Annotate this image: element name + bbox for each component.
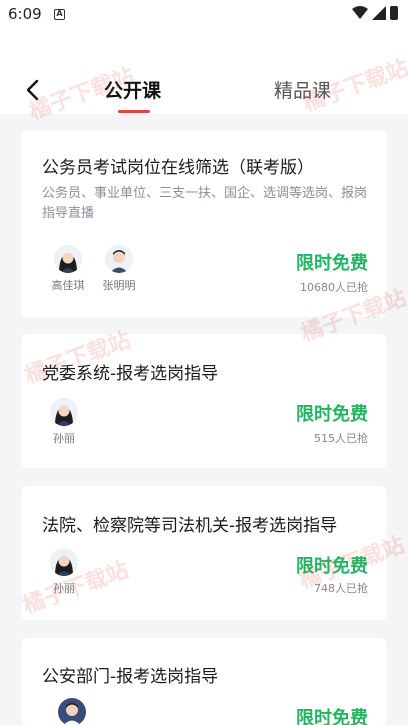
teacher-avatar [54,245,82,273]
tab-premium-course[interactable]: 精品课 [274,76,331,103]
course-title: 法院、检察院等司法机关-报考选岗指导 [42,516,338,536]
enrollment-count: 515人已抢 [314,432,368,445]
active-tab-indicator [118,110,150,113]
course-title: 公务员考试岗位在线筛选（联考版） [42,158,314,178]
teacher: 高佳琪 [48,245,88,293]
teacher: 孙丽 [44,548,84,596]
status-time: 6:09 [8,5,42,23]
course-card[interactable]: 公安部门-报考选岗指导 限时免费 [22,638,386,725]
teacher-name: 孙丽 [53,582,75,595]
tab-public-course[interactable]: 公开课 [104,76,161,103]
battery-icon [390,6,398,20]
course-title: 公安部门-报考选岗指导 [42,667,219,687]
course-card[interactable]: 法院、检察院等司法机关-报考选岗指导 孙丽 限时免费 748人已抢 [22,486,386,620]
course-card[interactable]: 党委系统-报考选岗指导 孙丽 限时免费 515人已抢 [22,334,386,468]
status-icons [352,6,398,20]
course-description: 公务员、事业单位、三支一扶、国企、选调等选岗、报岗指导直播 [42,186,368,221]
teacher-avatar [58,698,86,725]
notification-app-icon: A [54,9,65,20]
status-bar: 6:09 A [0,0,408,28]
back-arrow-icon[interactable] [22,78,46,102]
teacher-avatar [50,548,78,576]
free-badge: 限时免费 [296,708,368,725]
teacher: 孙丽 [44,398,84,446]
teacher-name: 张明明 [102,279,136,292]
teacher-avatar [50,398,78,426]
teacher [52,698,92,725]
teacher-name: 孙丽 [53,432,75,445]
free-badge: 限时免费 [296,253,368,274]
course-title: 党委系统-报考选岗指导 [42,364,219,384]
free-badge: 限时免费 [296,404,368,425]
enrollment-count: 748人已抢 [314,582,368,595]
header: 公开课 精品课 [0,28,408,114]
teacher-name: 高佳琪 [51,279,85,292]
teacher-avatar [105,245,133,273]
enrollment-count: 10680人已抢 [300,281,368,294]
wifi-icon [352,6,368,19]
course-card[interactable]: 公务员考试岗位在线筛选（联考版） 公务员、事业单位、三支一扶、国企、选调等选岗、… [22,131,386,317]
free-badge: 限时免费 [296,556,368,577]
signal-icon [372,6,386,20]
teacher: 张明明 [99,245,139,293]
